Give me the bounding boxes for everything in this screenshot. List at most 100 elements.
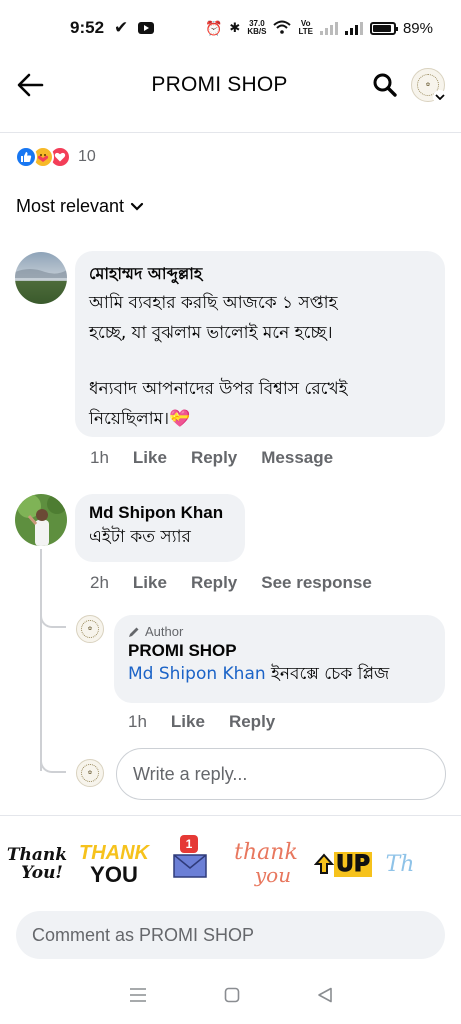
search-button[interactable] <box>365 65 405 105</box>
sticker-text: You! <box>21 863 63 883</box>
commenter-name[interactable]: মোহাম্মদ আব্দুল্লাহ <box>89 261 431 288</box>
sticker-thank-you-heart[interactable]: thank you <box>228 833 304 895</box>
comment-input-placeholder: Comment as PROMI SHOP <box>32 924 255 945</box>
see-response-button[interactable]: See response <box>261 573 372 593</box>
system-nav-bar <box>0 970 461 1024</box>
my-avatar: ✿ <box>76 759 104 787</box>
triangle-back-icon <box>317 987 332 1002</box>
message-button[interactable]: Message <box>261 448 333 468</box>
notification-badge: 1 <box>180 835 198 853</box>
pencil-icon <box>129 627 139 637</box>
volte-bottom: LTE <box>298 27 313 36</box>
back-nav-button[interactable] <box>317 987 333 1008</box>
commenter-name[interactable]: Md Shipon Khan <box>89 503 231 523</box>
comment-text-line: আমি ব্যবহার করছি আজকে ১ সপ্তাহ <box>89 293 338 313</box>
reply-actions: 1h Like Reply <box>128 712 275 732</box>
net-speed: 37.0 KB/S <box>247 20 266 36</box>
battery-icon <box>369 21 398 35</box>
comment-text-line: নিয়েছিলাম।💝 <box>89 409 191 429</box>
author-tag: Author <box>128 624 431 639</box>
comment-text-line: হচ্ছে, যা বুঝলাম ভালোই মনে হচ্ছে। <box>89 323 333 343</box>
comment-bubble[interactable]: Md Shipon Khan এইটা কত স্যার <box>75 494 245 562</box>
logo-mark: ✿ <box>80 763 100 783</box>
check-icon: ✔ <box>114 18 129 37</box>
comment-text-line: ধন্যবাদ আপনাদের উপর বিশ্বাস রেখেই <box>89 379 348 399</box>
mention-link[interactable]: Md Shipon Khan <box>128 664 266 684</box>
reply-connector <box>40 610 66 628</box>
sticker-up[interactable]: UP <box>310 833 376 895</box>
comment-bubble[interactable]: মোহাম্মদ আব্দুল্লাহ আমি ব্যবহার করছি আজক… <box>75 251 445 437</box>
sticker-tray: Thank You! THANK YOU 1 thank you UP Th <box>0 828 461 900</box>
reply-author-name[interactable]: PROMI SHOP <box>128 641 431 661</box>
like-button[interactable]: Like <box>133 448 167 468</box>
reply-input-connector <box>40 755 66 773</box>
status-left: 9:52 ✔ <box>70 18 155 38</box>
bluetooth-icon: ✱ <box>229 20 241 35</box>
envelope-icon <box>173 854 207 878</box>
home-button[interactable] <box>224 987 240 1008</box>
author-avatar[interactable]: ✿ <box>76 615 104 643</box>
header-divider <box>0 132 461 133</box>
like-button[interactable]: Like <box>171 712 205 732</box>
alarm-icon: ⏰ <box>204 19 223 36</box>
sticker-mail[interactable]: 1 <box>160 833 220 895</box>
reply-bubble[interactable]: Author PROMI SHOP Md Shipon Khan ইনবক্সে… <box>114 615 445 703</box>
reply-text-body: ইনবক্সে চেক প্লিজ <box>265 664 390 684</box>
reply-button[interactable]: Reply <box>229 712 275 732</box>
status-right: ⏰ ✱ 37.0 KB/S Vo LTE 89% <box>205 20 433 37</box>
like-reaction-icon <box>15 146 37 168</box>
square-icon <box>224 987 239 1002</box>
reply-text: Md Shipon Khan ইনবক্সে চেক প্লিজ <box>128 661 431 687</box>
commenter-avatar[interactable] <box>15 494 67 546</box>
status-bar: 9:52 ✔ ⏰ ✱ 37.0 KB/S Vo LTE 89% <box>0 0 461 56</box>
comment-spacer <box>89 348 431 374</box>
sort-dropdown[interactable]: Most relevant <box>16 196 144 217</box>
comment-actions: 1h Like Reply Message <box>90 448 333 468</box>
sticker-thank-you-yellow[interactable]: THANK YOU <box>78 833 150 895</box>
chevron-down-icon <box>130 202 144 211</box>
sticker-divider <box>0 815 461 816</box>
comment-actions: 2h Like Reply See response <box>90 573 372 593</box>
sticker-partial[interactable]: Th <box>380 833 420 895</box>
wifi-icon <box>273 20 292 37</box>
sticker-text: Thank <box>6 845 68 865</box>
sticker-text: Th <box>385 851 415 877</box>
reaction-count: 10 <box>78 148 96 165</box>
back-button[interactable] <box>16 65 56 105</box>
logo-mark: ✿ <box>80 619 100 639</box>
net-speed-unit: KB/S <box>247 27 267 36</box>
sticker-thank-you-script[interactable]: Thank You! <box>2 833 72 895</box>
status-time: 9:52 <box>70 18 105 37</box>
comment-time: 1h <box>90 448 109 467</box>
sticker-text: YOU <box>90 862 138 887</box>
page-title: PROMI SHOP <box>151 73 288 96</box>
recent-apps-button[interactable] <box>129 987 147 1007</box>
comment-time: 2h <box>90 573 109 592</box>
sticker-text: you <box>254 863 292 887</box>
comment-text-line: এইটা কত স্যার <box>89 527 191 547</box>
thread-line <box>40 549 42 771</box>
reply-input-placeholder: Write a reply... <box>133 763 248 784</box>
youtube-icon <box>138 22 155 34</box>
comment-input[interactable]: Comment as PROMI SHOP <box>16 911 445 959</box>
chevron-down-icon <box>433 90 447 104</box>
search-icon <box>373 73 397 97</box>
reactions-summary[interactable]: 10 <box>15 146 96 168</box>
signal-icon-sim1 <box>319 21 338 35</box>
commenter-avatar[interactable] <box>15 252 67 304</box>
profile-switcher[interactable]: ✿ <box>411 68 447 104</box>
reply-time: 1h <box>128 712 147 731</box>
sticker-text: THANK <box>79 842 149 864</box>
volte-label: Vo LTE <box>298 20 313 36</box>
menu-icon <box>129 987 146 1002</box>
reply-button[interactable]: Reply <box>191 448 237 468</box>
reply-button[interactable]: Reply <box>191 573 237 593</box>
sticker-text: UP <box>334 851 372 877</box>
arrow-left-icon <box>17 73 44 97</box>
battery-percent: 89% <box>402 19 433 37</box>
author-tag-label: Author <box>145 624 184 639</box>
reply-input[interactable]: Write a reply... <box>116 748 446 800</box>
like-button[interactable]: Like <box>133 573 167 593</box>
app-header: PROMI SHOP ✿ <box>0 56 461 114</box>
arrow-up-icon <box>314 853 334 874</box>
